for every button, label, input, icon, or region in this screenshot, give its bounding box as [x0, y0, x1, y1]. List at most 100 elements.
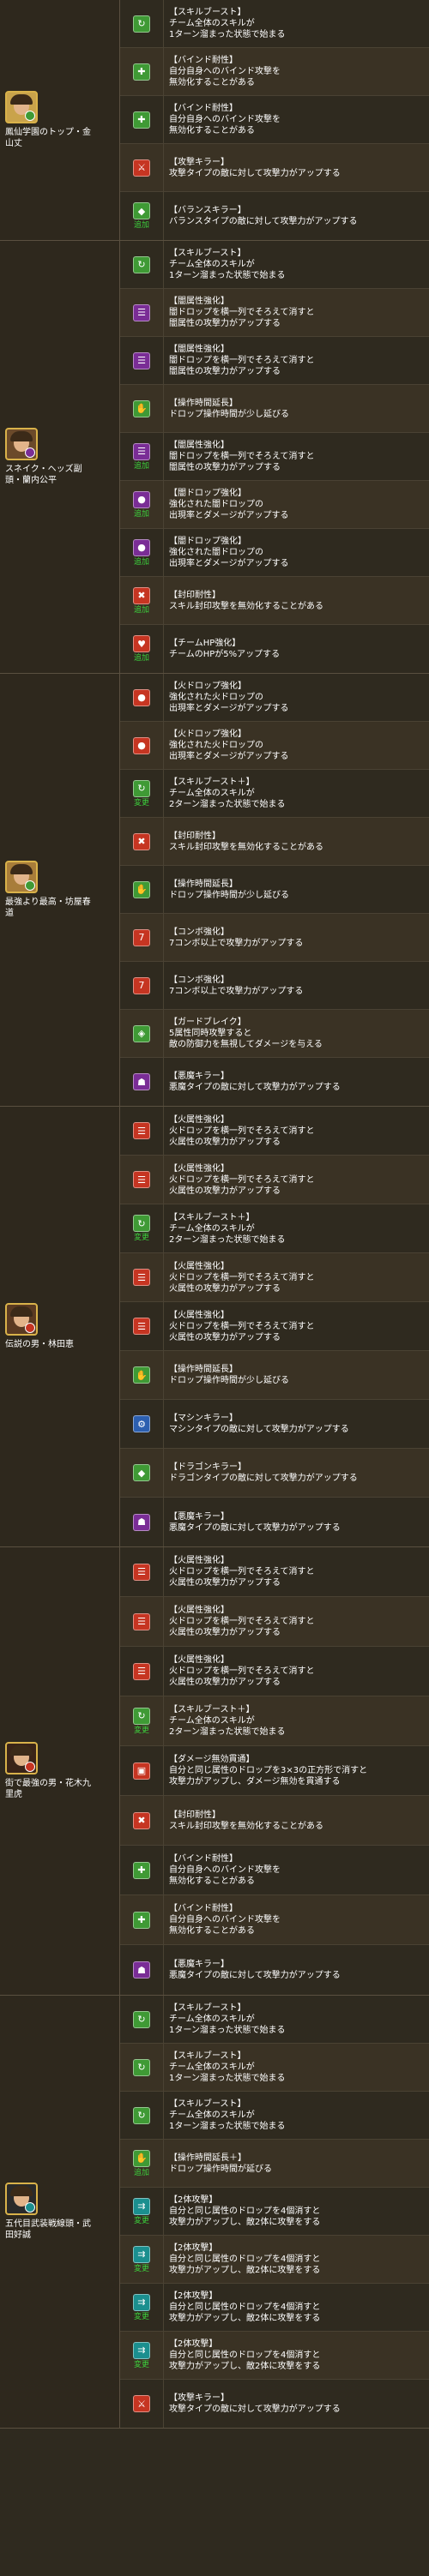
dark-row-icon: ☰ — [133, 442, 150, 460]
character-name[interactable]: 最強より最高・坊屋春 道 — [5, 897, 114, 919]
skill-text: 【闇属性強化】 闇ドロップを横一列でそろえて消すと 闇属性の攻撃力がアップする — [164, 289, 429, 336]
skill-icon-cell: ☗ — [120, 1058, 164, 1106]
skill-description: 自分自身へのバインド攻撃を 無効化することがある — [169, 115, 281, 135]
skill-description: 自分と同じ属性のドロップを3×3の正方形で消すと 攻撃力がアップし、ダメージ無効… — [169, 1766, 368, 1786]
skill-icon-cell: ↻ — [120, 2044, 164, 2091]
skill-text: 【ガードブレイク】 5属性同時攻撃すると 敵の防御力を無視してダメージを与える — [164, 1010, 429, 1057]
skill-text: 【火属性強化】 火ドロップを横一列でそろえて消すと 火属性の攻撃力がアップする — [164, 1597, 429, 1646]
skill-description: チーム全体のスキルが 2ターン溜まった状態で始まる — [169, 1716, 286, 1737]
skill-text: 【2体攻撃】 自分と同じ属性のドロップを4個消すと 攻撃力がアップし、敵2体に攻撃… — [164, 2236, 429, 2283]
skill-text: 【スキルブースト】 チーム全体のスキルが 1ターン溜まった状態で始まる — [164, 2092, 429, 2139]
skill-text: 【操作時間延長】 ドロップ操作時間が少し延びる — [164, 866, 429, 913]
two-way-icon: ⇉ — [133, 2245, 150, 2263]
character-portrait[interactable] — [5, 1742, 38, 1774]
skill-change-tag: 追加 — [133, 2168, 149, 2177]
skill-text: 【バインド耐性】 自分自身へのバインド攻撃を 無効化することがある — [164, 1895, 429, 1944]
character-portrait[interactable] — [5, 1303, 38, 1336]
skill-description: 悪魔タイプの敵に対して攻撃力がアップする — [169, 1971, 341, 1980]
skill-icon-cell: ☰ — [120, 337, 164, 384]
skill-row: ✋ 追加 【操作時間延長＋】 ドロップ操作時間が延びる — [120, 2140, 429, 2188]
character-name[interactable]: スネイク・ヘッズ副 頭・蘭内公平 — [5, 464, 114, 486]
skill-row: ↻ 【スキルブースト】 チーム全体のスキルが 1ターン溜まった状態で始まる — [120, 2044, 429, 2092]
skill-icon-cell: ● 追加 — [120, 481, 164, 528]
skill-icon-cell: ☰ — [120, 289, 164, 336]
skill-text: 【スキルブースト＋】 チーム全体のスキルが 2ターン溜まった状態で始まる — [164, 1204, 429, 1252]
skill-description: 火ドロップを横一列でそろえて消すと 火属性の攻撃力がアップする — [169, 1617, 315, 1637]
skill-row: 7 【コンボ強化】 7コンボ以上で攻撃力がアップする — [120, 962, 429, 1010]
character-name[interactable]: 街で最強の男・花木九 里虎 — [5, 1778, 114, 1800]
damage-penetration-icon: ▣ — [133, 1762, 150, 1780]
skill-text: 【火属性強化】 火ドロップを横一列でそろえて消すと 火属性の攻撃力がアップする — [164, 1253, 429, 1301]
skill-title: 【攻撃キラー】 — [169, 157, 229, 167]
seal-resist-icon: ✖ — [133, 586, 150, 604]
skill-row: ⚔ 【攻撃キラー】 攻撃タイプの敵に対して攻撃力がアップする — [120, 2380, 429, 2428]
skill-title: 【2体攻撃】 — [169, 2339, 218, 2349]
skill-icon-cell: ✚ — [120, 96, 164, 143]
skill-title: 【コンボ強化】 — [169, 975, 229, 985]
balance-killer-icon: ◆ — [133, 202, 150, 219]
extend-time-icon: ✋ — [133, 399, 150, 417]
attribute-orb-icon — [25, 111, 35, 121]
skill-icon-cell: ↻ — [120, 1996, 164, 2043]
character-name[interactable]: 鳳仙学園のトップ・金 山丈 — [5, 127, 114, 149]
skill-icon-cell: ⚔ — [120, 2380, 164, 2428]
skill-description: 7コンボ以上で攻撃力がアップする — [169, 986, 304, 996]
skill-text: 【スキルブースト】 チーム全体のスキルが 1ターン溜まった状態で始まる — [164, 2044, 429, 2091]
skill-icon-cell: ✖ — [120, 818, 164, 865]
skill-description: 自分自身へのバインド攻撃を 無効化することがある — [169, 67, 281, 87]
skill-list: ↻ 【スキルブースト】 チーム全体のスキルが 1ターン溜まった状態で始まる ↻ 【スキル… — [120, 1996, 429, 2428]
character-group: 伝説の男・林田恵 ☰ 【火属性強化】 火ドロップを横一列でそろえて消すと 火属性の攻撃… — [0, 1107, 429, 1547]
skill-title: 【スキルブースト＋】 — [169, 778, 255, 787]
character-portrait[interactable] — [5, 428, 38, 460]
skill-title: 【封印耐性】 — [169, 1810, 221, 1820]
skill-text: 【封印耐性】 スキル封印攻撃を無効化することがある — [164, 577, 429, 624]
skill-description: 闇ドロップを横一列でそろえて消すと 闇属性の攻撃力がアップする — [169, 452, 315, 472]
skill-description: チーム全体のスキルが 1ターン溜まった状態で始まる — [169, 260, 286, 280]
skill-description: ドロップ操作時間が少し延びる — [169, 890, 289, 900]
skill-icon-cell: ☰ — [120, 1156, 164, 1204]
skill-title: 【火属性強化】 — [169, 1261, 229, 1271]
skill-title: 【攻撃キラー】 — [169, 2393, 229, 2403]
extend-time-icon: ✋ — [133, 1366, 150, 1384]
skill-row: ◈ 【ガードブレイク】 5属性同時攻撃すると 敵の防御力を無視してダメージを与える — [120, 1010, 429, 1058]
attribute-orb-icon — [25, 1323, 35, 1333]
character-name[interactable]: 伝説の男・林田恵 — [5, 1339, 114, 1350]
skill-icon-cell: ◈ — [120, 1010, 164, 1057]
skill-text: 【バインド耐性】 自分自身へのバインド攻撃を 無効化することがある — [164, 48, 429, 95]
character-name[interactable]: 五代目武装戦線頭・武 田好誠 — [5, 2219, 114, 2241]
skill-boost-icon: ↻ — [133, 255, 150, 273]
skill-description: 闇ドロップを横一列でそろえて消すと 闇属性の攻撃力がアップする — [169, 356, 315, 376]
skill-description: 火ドロップを横一列でそろえて消すと 火属性の攻撃力がアップする — [169, 1567, 315, 1588]
skill-row: ☰ 【闇属性強化】闇ドロップを横一列でそろえて消すと 闇属性の攻撃力がアップする — [120, 337, 429, 385]
portrait-hair — [10, 1306, 33, 1317]
skill-description: 火ドロップを横一列でそろえて消すと 火属性の攻撃力がアップする — [169, 1126, 315, 1147]
skill-title: 【悪魔キラー】 — [169, 1960, 229, 1969]
skill-title: 【闇属性強化】 — [169, 345, 229, 354]
character-portrait[interactable] — [5, 91, 38, 123]
skill-description: 悪魔タイプの敵に対して攻撃力がアップする — [169, 1083, 341, 1092]
skill-text: 【操作時間延長】 ドロップ操作時間が少し延びる — [164, 385, 429, 432]
character-portrait[interactable] — [5, 861, 38, 893]
skill-icon-cell: ✚ — [120, 1895, 164, 1944]
skill-description: チーム全体のスキルが 2ターン溜まった状態で始まる — [169, 1223, 286, 1245]
character-portrait[interactable] — [5, 2183, 38, 2215]
character-cell: 街で最強の男・花木九 里虎 — [0, 1547, 120, 1995]
skill-icon-cell: ✋ — [120, 1351, 164, 1399]
skill-description: マシンタイプの敵に対して攻撃力がアップする — [169, 1425, 349, 1434]
skill-text: 【火属性強化】 火ドロップを横一列でそろえて消すと 火属性の攻撃力がアップする — [164, 1156, 429, 1204]
skill-text: 【スキルブースト＋】 チーム全体のスキルが 2ターン溜まった状態で始まる — [164, 1696, 429, 1745]
machine-killer-icon: ⚙ — [133, 1415, 150, 1432]
fire-row-icon: ☰ — [133, 1171, 150, 1188]
dark-orb-enhance-icon: ● — [133, 490, 150, 508]
portrait-hair — [10, 431, 33, 441]
skill-title: 【チームHP強化】 — [169, 639, 241, 648]
skill-title: 【スキルブースト】 — [169, 2003, 246, 2013]
skill-title: 【操作時間延長】 — [169, 398, 238, 408]
skill-row: 7 【コンボ強化】 7コンボ以上で攻撃力がアップする — [120, 914, 429, 962]
skill-row: ✖ 追加 【封印耐性】 スキル封印攻撃を無効化することがある — [120, 577, 429, 625]
skill-icon-cell: ● 追加 — [120, 529, 164, 576]
portrait-hair — [10, 1745, 33, 1756]
seven-combo-icon: 7 — [133, 928, 150, 946]
skill-title: 【火属性強化】 — [169, 1655, 229, 1665]
skill-row: ✖ 【封印耐性】 スキル封印攻撃を無効化することがある — [120, 1796, 429, 1846]
